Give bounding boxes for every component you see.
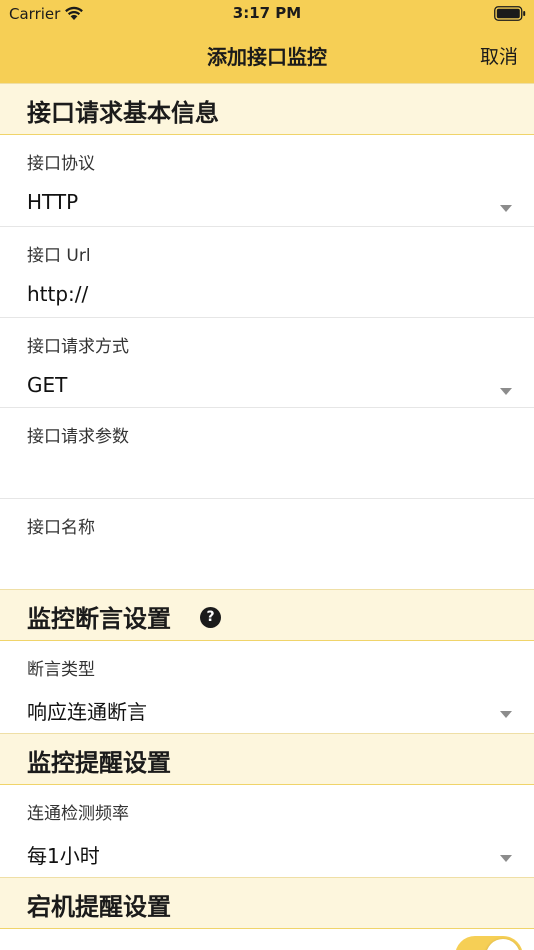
chevron-down-icon <box>500 205 512 212</box>
method-label: 接口请求方式 <box>27 337 129 357</box>
method-select[interactable]: 接口请求方式 GET <box>0 318 534 408</box>
protocol-select[interactable]: 接口协议 HTTP <box>0 135 534 227</box>
chevron-down-icon <box>500 388 512 395</box>
section-title-downtime: 宕机提醒设置 <box>27 893 171 921</box>
protocol-value: HTTP <box>27 190 79 214</box>
status-bar: Carrier 3:17 PM <box>0 0 534 28</box>
chevron-down-icon <box>500 855 512 862</box>
frequency-label: 连通检测频率 <box>27 804 129 824</box>
params-label: 接口请求参数 <box>27 427 129 447</box>
battery-icon <box>494 6 526 21</box>
section-title-assert: 监控断言设置 <box>27 605 171 633</box>
page-title: 添加接口监控 <box>207 45 327 69</box>
params-field[interactable]: 接口请求参数 <box>0 408 534 499</box>
chevron-down-icon <box>500 711 512 718</box>
frequency-select[interactable]: 连通检测频率 每1小时 <box>0 785 534 877</box>
section-header-downtime: 宕机提醒设置 <box>0 877 534 929</box>
section-header-assert: 监控断言设置 ? <box>0 589 534 641</box>
assert-type-value: 响应连通断言 <box>27 700 147 724</box>
protocol-label: 接口协议 <box>27 154 95 174</box>
help-icon[interactable]: ? <box>200 607 221 628</box>
section-title-basic: 接口请求基本信息 <box>27 99 219 127</box>
frequency-value: 每1小时 <box>27 844 100 868</box>
method-value: GET <box>27 373 68 397</box>
name-label: 接口名称 <box>27 518 95 538</box>
cancel-button[interactable]: 取消 <box>480 42 518 69</box>
name-field[interactable]: 接口名称 <box>0 499 534 590</box>
downtime-toggle[interactable] <box>455 936 523 950</box>
status-time: 3:17 PM <box>232 4 302 22</box>
url-field[interactable]: 接口 Url http:// <box>0 227 534 318</box>
navigation-header: Carrier 3:17 PM 添加接口监控 取消 <box>0 0 534 83</box>
url-label: 接口 Url <box>27 246 91 266</box>
url-value[interactable]: http:// <box>27 282 88 306</box>
assert-type-select[interactable]: 断言类型 响应连通断言 <box>0 641 534 733</box>
section-header-reminder: 监控提醒设置 <box>0 733 534 785</box>
assert-type-label: 断言类型 <box>27 660 95 680</box>
section-title-reminder: 监控提醒设置 <box>27 749 171 777</box>
section-header-basic: 接口请求基本信息 <box>0 83 534 135</box>
toggle-knob <box>486 939 520 950</box>
